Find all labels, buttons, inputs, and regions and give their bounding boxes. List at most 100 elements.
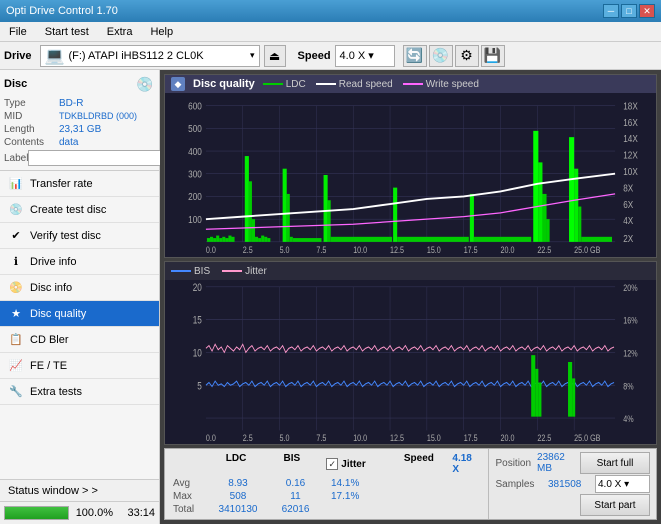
- svg-text:8X: 8X: [623, 183, 633, 194]
- sidebar-item-disc-quality-label: Disc quality: [30, 308, 86, 320]
- legend-ldc-color: [263, 83, 283, 85]
- svg-text:600: 600: [188, 101, 202, 112]
- svg-text:25.0 GB: 25.0 GB: [574, 246, 600, 256]
- jitter-checkbox[interactable]: ✓: [326, 458, 338, 470]
- svg-text:15: 15: [193, 315, 202, 327]
- legend-jitter: Jitter: [222, 266, 267, 277]
- progress-bar: [4, 506, 69, 520]
- menu-file[interactable]: File: [4, 24, 32, 40]
- progress-bar-fill: [5, 507, 68, 519]
- sidebar-item-fe-te[interactable]: 📈 FE / TE: [0, 353, 159, 379]
- maximize-button[interactable]: □: [621, 4, 637, 18]
- nav-items: 📊 Transfer rate 💿 Create test disc ✔ Ver…: [0, 171, 159, 479]
- stats-col-bis-header: BIS: [265, 453, 318, 475]
- svg-text:0.0: 0.0: [206, 246, 216, 256]
- drive-icon: 💻: [45, 46, 65, 66]
- disc-contents-row: Contents data: [4, 137, 155, 148]
- svg-text:4%: 4%: [623, 413, 634, 424]
- svg-text:10X: 10X: [623, 166, 638, 177]
- svg-text:10.0: 10.0: [353, 246, 367, 256]
- eject-button[interactable]: ⏏: [264, 45, 286, 67]
- stats-speed-display: 4.18 X: [452, 453, 480, 475]
- stats-avg-ldc: 8.93: [208, 478, 268, 489]
- legend-read-speed-color: [316, 83, 336, 85]
- content-area: ◆ Disc quality LDC Read speed Write spee…: [160, 70, 661, 524]
- disc-length-val: 23,31 GB: [59, 124, 101, 135]
- disc-section-title: Disc: [4, 78, 27, 90]
- toolbar-icons: 🔄 💿 ⚙ 💾: [403, 45, 505, 67]
- speed-select-stats[interactable]: 4.0 X ▾: [595, 475, 650, 493]
- transfer-rate-icon: 📊: [8, 176, 24, 192]
- disc-label-input[interactable]: [28, 150, 166, 166]
- svg-text:20: 20: [193, 282, 202, 294]
- samples-label: Samples: [495, 479, 534, 490]
- sidebar-item-drive-info[interactable]: ℹ Drive info: [0, 249, 159, 275]
- start-part-button[interactable]: Start part: [580, 494, 650, 516]
- legend-bis-color: [171, 270, 191, 272]
- sidebar-item-create-test-disc[interactable]: 💿 Create test disc: [0, 197, 159, 223]
- disc-eject-icon[interactable]: 💿: [135, 74, 155, 94]
- stats-col-speed-header: Speed: [404, 453, 453, 475]
- settings-button[interactable]: ⚙: [455, 45, 479, 67]
- svg-text:22.5: 22.5: [537, 432, 551, 443]
- minimize-button[interactable]: ─: [603, 4, 619, 18]
- speed-select[interactable]: 4.0 X ▾: [335, 45, 395, 67]
- save-button[interactable]: 💾: [481, 45, 505, 67]
- legend-read-speed-label: Read speed: [339, 79, 393, 90]
- chart1-svg: 600 500 400 300 200 100 18X 16X 14X 12X …: [165, 93, 656, 257]
- sidebar-item-extra-tests-label: Extra tests: [30, 386, 82, 398]
- stats-max-ldc: 508: [208, 491, 268, 502]
- sidebar-item-disc-quality[interactable]: ★ Disc quality: [0, 301, 159, 327]
- stats-total-row: Total 3410130 62016: [173, 504, 480, 515]
- menu-start-test[interactable]: Start test: [40, 24, 94, 40]
- sidebar-item-extra-tests[interactable]: 🔧 Extra tests: [0, 379, 159, 405]
- disc-button[interactable]: 💿: [429, 45, 453, 67]
- sidebar-item-disc-info-label: Disc info: [30, 282, 72, 294]
- sidebar-item-create-test-disc-label: Create test disc: [30, 204, 106, 216]
- svg-text:17.5: 17.5: [464, 432, 478, 443]
- disc-label-row: Label 🔍: [4, 150, 155, 166]
- start-full-button[interactable]: Start full: [580, 452, 650, 474]
- titlebar: Opti Drive Control 1.70 ─ □ ✕: [0, 0, 661, 22]
- jitter-checkbox-group: ✓ Jitter: [326, 453, 404, 475]
- stats-max-label: Max: [173, 491, 208, 502]
- app-title: Opti Drive Control 1.70: [6, 5, 118, 17]
- svg-text:18X: 18X: [623, 101, 638, 112]
- close-button[interactable]: ✕: [639, 4, 655, 18]
- sidebar-item-transfer-rate[interactable]: 📊 Transfer rate: [0, 171, 159, 197]
- svg-text:15.0: 15.0: [427, 432, 441, 443]
- drive-select[interactable]: 💻 (F:) ATAPI iHBS112 2 CL0K ▾: [40, 45, 260, 67]
- stats-col-ldc-header: LDC: [207, 453, 265, 475]
- sidebar-item-transfer-rate-label: Transfer rate: [30, 178, 93, 190]
- stats-max-jitter: 17.1%: [331, 491, 411, 502]
- stats-max-row: Max 508 11 17.1%: [173, 491, 480, 502]
- disc-type-row: Type BD-R: [4, 98, 155, 109]
- menu-help[interactable]: Help: [145, 24, 178, 40]
- speed-select-stats-val: 4.0 X ▾: [598, 479, 629, 490]
- svg-text:4X: 4X: [623, 215, 633, 226]
- sidebar-item-disc-info[interactable]: 📀 Disc info: [0, 275, 159, 301]
- legend-jitter-color: [222, 270, 242, 272]
- chart-svg-1: 600 500 400 300 200 100 18X 16X 14X 12X …: [165, 93, 656, 257]
- svg-text:0.0: 0.0: [206, 432, 216, 443]
- sidebar-item-fe-te-label: FE / TE: [30, 360, 67, 372]
- svg-text:17.5: 17.5: [464, 246, 478, 256]
- chart-title-bar-1: ◆ Disc quality LDC Read speed Write spee…: [165, 75, 656, 93]
- stats-total-bis: 62016: [268, 504, 323, 515]
- svg-text:10.0: 10.0: [353, 432, 367, 443]
- menu-extra[interactable]: Extra: [102, 24, 138, 40]
- stats-right-panel: Position 23862 MB Start full Samples 381…: [488, 449, 656, 519]
- cd-bler-icon: 📋: [8, 332, 24, 348]
- status-progress-row: 100.0% 33:14: [0, 502, 159, 524]
- status-window-button[interactable]: Status window > >: [0, 480, 159, 502]
- disc-mid-row: MID TDKBLDRBD (000): [4, 111, 155, 122]
- sidebar-item-cd-bler[interactable]: 📋 CD Bler: [0, 327, 159, 353]
- chart2-svg: 20 15 10 5 20% 16% 12% 8% 4% 0.0 2.5 5.0…: [165, 280, 656, 444]
- legend-ldc-label: LDC: [286, 79, 306, 90]
- sidebar-item-verify-test-disc[interactable]: ✔ Verify test disc: [0, 223, 159, 249]
- start-part-row: Start part: [495, 494, 650, 516]
- disc-info-table: Type BD-R MID TDKBLDRBD (000) Length 23,…: [4, 98, 155, 166]
- refresh-button[interactable]: 🔄: [403, 45, 427, 67]
- chart-title-text-1: Disc quality: [193, 78, 255, 90]
- svg-text:12X: 12X: [623, 150, 638, 161]
